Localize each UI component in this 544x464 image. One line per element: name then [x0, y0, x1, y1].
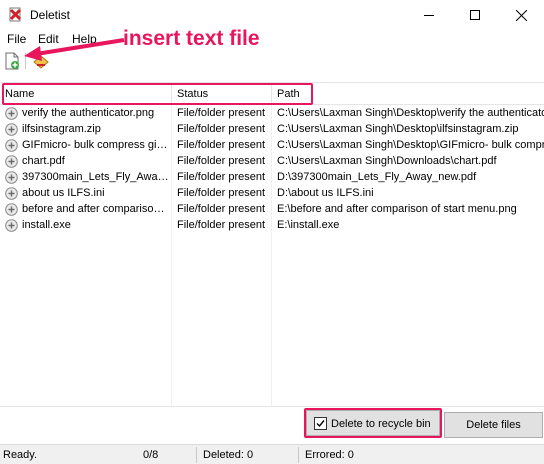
list-rows: verify the authenticator.png File/folder …: [0, 106, 544, 234]
row-status: File/folder present: [177, 219, 266, 231]
list-row[interactable]: verify the authenticator.png File/folder …: [0, 106, 544, 122]
row-name: verify the authenticator.png: [22, 107, 155, 119]
close-icon: [515, 9, 527, 21]
row-path: C:\Users\Laxman Singh\Desktop\ilfsinstag…: [277, 123, 519, 135]
status-ready: Ready.: [3, 449, 38, 461]
delete-files-button[interactable]: Delete files: [444, 412, 543, 438]
title-bar: Deletist: [0, 0, 544, 30]
maximize-icon: [470, 10, 480, 20]
header-highlight-box: [2, 83, 313, 105]
file-status-icon: [5, 107, 18, 120]
list-row[interactable]: GIFmicro- bulk compress gif i... File/fol…: [0, 138, 544, 154]
row-name: install.exe: [22, 219, 71, 231]
row-status: File/folder present: [177, 123, 266, 135]
status-deleted: Deleted: 0: [203, 449, 254, 461]
row-status: File/folder present: [177, 107, 266, 119]
list-row[interactable]: 397300main_Lets_Fly_Away... File/folder p…: [0, 170, 544, 186]
list-row[interactable]: about us ILFS.ini File/folder present D:\a…: [0, 186, 544, 202]
row-name: before and after comparison ...: [22, 203, 170, 215]
file-status-icon: [5, 123, 18, 136]
annotation-arrow: [24, 38, 125, 61]
row-name: GIFmicro- bulk compress gif i...: [22, 139, 170, 151]
recycle-bin-checkbox[interactable]: [314, 417, 327, 430]
row-path: C:\Users\Laxman Singh\Desktop\GIFmicro- …: [277, 139, 544, 151]
row-name: 397300main_Lets_Fly_Away...: [22, 171, 170, 183]
row-path: D:\about us ILFS.ini: [277, 187, 374, 199]
row-path: E:\before and after comparison of start …: [277, 203, 517, 215]
checkmark-icon: [316, 420, 325, 428]
file-status-icon: [5, 219, 18, 232]
row-status: File/folder present: [177, 139, 266, 151]
row-name: ilfsinstagram.zip: [22, 123, 101, 135]
recycle-bin-label[interactable]: Delete to recycle bin: [331, 418, 431, 430]
status-count: 0/8: [143, 449, 159, 461]
row-name: about us ILFS.ini: [22, 187, 105, 199]
row-path: E:\install.exe: [277, 219, 340, 231]
list-row[interactable]: ilfsinstagram.zip File/folder present C:\U…: [0, 122, 544, 138]
row-path: C:\Users\Laxman Singh\Desktop\verify the…: [277, 107, 544, 119]
status-separator: [298, 447, 299, 463]
list-row[interactable]: before and after comparison ... File/fold…: [0, 202, 544, 218]
row-status: File/folder present: [177, 187, 266, 199]
file-status-icon: [5, 155, 18, 168]
annotation-text: insert text file: [123, 27, 260, 50]
file-status-icon: [5, 187, 18, 200]
file-list[interactable]: Name Status Path verify the authenticato…: [0, 82, 544, 407]
row-name: chart.pdf: [22, 155, 65, 167]
row-status: File/folder present: [177, 203, 266, 215]
maximize-button[interactable]: [452, 0, 498, 30]
status-errored: Errored: 0: [305, 449, 354, 461]
file-status-icon: [5, 171, 18, 184]
status-bar: Ready. 0/8 Deleted: 0 Errored: 0: [0, 444, 544, 464]
minimize-icon: [424, 14, 434, 16]
row-status: File/folder present: [177, 171, 266, 183]
insert-file-icon[interactable]: [3, 52, 21, 70]
row-status: File/folder present: [177, 155, 266, 167]
file-status-icon: [5, 203, 18, 216]
list-row[interactable]: chart.pdf File/folder present C:\Users\Lax…: [0, 154, 544, 170]
close-button[interactable]: [498, 0, 544, 30]
list-row[interactable]: install.exe File/folder present E:\install…: [0, 218, 544, 234]
file-status-icon: [5, 139, 18, 152]
minimize-button[interactable]: [406, 0, 452, 30]
row-path: C:\Users\Laxman Singh\Downloads\chart.pd…: [277, 155, 497, 167]
app-icon: [9, 7, 22, 22]
row-path: D:\397300main_Lets_Fly_Away_new.pdf: [277, 171, 477, 183]
status-separator: [196, 447, 197, 463]
window-title: Deletist: [30, 8, 71, 22]
